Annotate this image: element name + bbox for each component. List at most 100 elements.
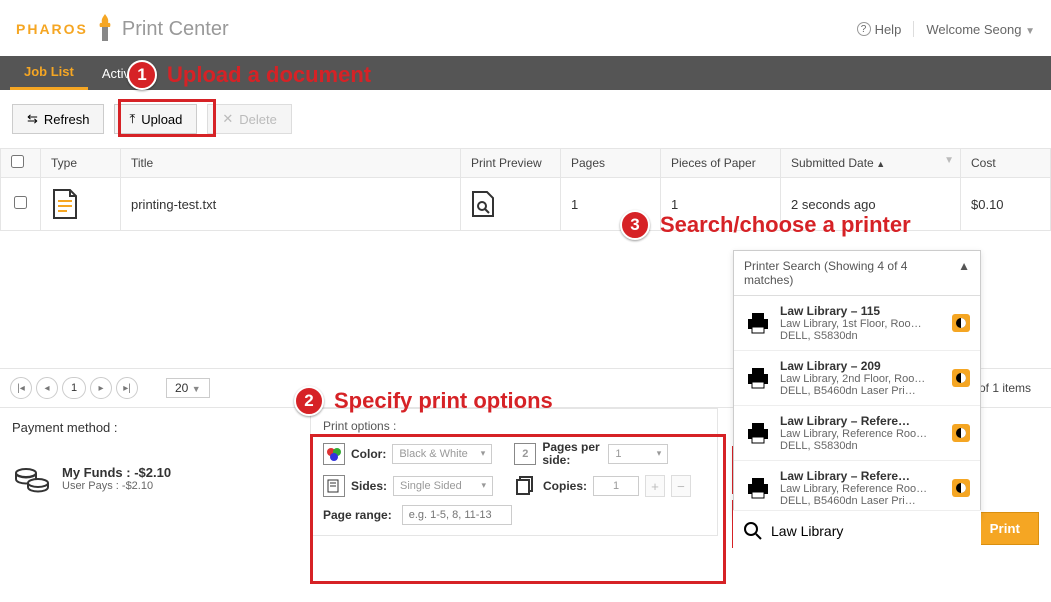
- pager-last[interactable]: ▸|: [116, 377, 138, 399]
- printer-name: Law Library – 115: [780, 304, 922, 318]
- callout-3: 3 Search/choose a printer: [620, 210, 911, 240]
- copies-input[interactable]: [593, 476, 639, 496]
- pager-next[interactable]: ▸: [90, 377, 112, 399]
- torch-icon: [96, 14, 114, 44]
- col-pages[interactable]: Pages: [561, 149, 661, 178]
- color-value: Black & White: [399, 448, 467, 460]
- chevron-down-icon: ▾: [481, 448, 486, 459]
- coins-icon: [14, 463, 50, 493]
- refresh-button[interactable]: ⇆ Refresh: [12, 104, 104, 134]
- printer-loc: Law Library, Reference Roo…: [780, 428, 927, 440]
- delete-icon: ✕: [222, 111, 233, 127]
- help-icon: ?: [857, 22, 871, 36]
- chevron-down-icon: ▼: [192, 384, 201, 394]
- copies-icon: [515, 475, 537, 497]
- color-label: Color:: [351, 447, 386, 461]
- help-label: Help: [875, 22, 902, 37]
- printer-icon: [744, 421, 772, 445]
- color-badge-icon: [952, 314, 970, 332]
- printer-name: Law Library – Refere…: [780, 469, 927, 483]
- printer-loc: Law Library, Reference Roo…: [780, 483, 927, 495]
- col-title[interactable]: Title: [121, 149, 461, 178]
- sides-value: Single Sided: [400, 480, 462, 492]
- printer-item[interactable]: Law Library – 209Law Library, 2nd Floor,…: [734, 351, 980, 406]
- printer-panel-head[interactable]: Printer Search (Showing 4 of 4 matches) …: [734, 251, 980, 296]
- row-checkbox[interactable]: [14, 196, 27, 209]
- submitted-label: Submitted Date: [791, 156, 885, 170]
- printer-name: Law Library – 209: [780, 359, 925, 373]
- printer-item[interactable]: Law Library – Refere…Law Library, Refere…: [734, 461, 980, 516]
- printer-item[interactable]: Law Library – Refere…Law Library, Refere…: [734, 406, 980, 461]
- printer-item[interactable]: Law Library – 115Law Library, 1st Floor,…: [734, 296, 980, 351]
- preview-icon[interactable]: [471, 190, 495, 218]
- delete-button[interactable]: ✕ Delete: [207, 104, 291, 134]
- printer-search-panel: Printer Search (Showing 4 of 4 matches) …: [733, 250, 981, 517]
- upload-icon: ⤒: [129, 111, 135, 127]
- col-type[interactable]: Type: [41, 149, 121, 178]
- refresh-label: Refresh: [44, 112, 90, 127]
- color-badge-icon: [952, 479, 970, 497]
- options-title: Print options :: [323, 419, 705, 433]
- callout-1: 1 Upload a document: [127, 60, 371, 90]
- chevron-down-icon: ▾: [657, 448, 662, 459]
- upload-button[interactable]: ⤒ Upload: [114, 104, 197, 134]
- userpays-label: User Pays :: [62, 480, 122, 492]
- page-size-select[interactable]: 20 ▼: [166, 378, 210, 398]
- funds-value: -$2.10: [134, 465, 171, 480]
- upload-label: Upload: [141, 112, 182, 127]
- copies-plus[interactable]: +: [645, 475, 665, 497]
- pager-first[interactable]: |◂: [10, 377, 32, 399]
- callout-2: 2 Specify print options: [294, 386, 553, 416]
- printer-loc: Law Library, 2nd Floor, Roo…: [780, 373, 925, 385]
- help-link[interactable]: ? Help: [857, 22, 902, 37]
- row-cost: $0.10: [961, 178, 1051, 231]
- printer-name: Law Library – Refere…: [780, 414, 927, 428]
- color-select[interactable]: Black & White ▾: [392, 444, 492, 464]
- funds-label: My Funds :: [62, 465, 134, 480]
- color-icon: [323, 443, 345, 465]
- pps-select[interactable]: 1 ▾: [608, 444, 668, 464]
- col-pieces[interactable]: Pieces of Paper: [661, 149, 781, 178]
- chevron-up-icon: ▲: [958, 259, 970, 287]
- pager-prev[interactable]: ◂: [36, 377, 58, 399]
- user-pays: User Pays : -$2.10: [62, 480, 171, 492]
- page-size-value: 20: [175, 381, 188, 395]
- user-menu[interactable]: Welcome Seong ▼: [926, 22, 1035, 37]
- range-label: Page range:: [323, 508, 392, 522]
- copies-label: Copies:: [543, 479, 587, 493]
- callout-badge-2: 2: [294, 386, 324, 416]
- color-badge-icon: [952, 424, 970, 442]
- select-all-checkbox[interactable]: [11, 155, 24, 168]
- userpays-value: -$2.10: [122, 480, 153, 492]
- color-badge-icon: [952, 369, 970, 387]
- callout-1-text: Upload a document: [167, 62, 371, 88]
- printer-icon: [744, 366, 772, 390]
- printer-icon: [744, 476, 772, 500]
- printer-loc: Law Library, 1st Floor, Roo…: [780, 318, 922, 330]
- sides-select[interactable]: Single Sided ▾: [393, 476, 493, 496]
- callout-3-text: Search/choose a printer: [660, 212, 911, 238]
- document-icon: [51, 188, 79, 220]
- tab-job-list[interactable]: Job List: [10, 56, 88, 90]
- chevron-down-icon: ▾: [481, 480, 486, 491]
- col-preview[interactable]: Print Preview: [461, 149, 561, 178]
- search-icon: [743, 521, 763, 541]
- refresh-icon: ⇆: [27, 111, 38, 127]
- printer-model: DELL, S5830dn: [780, 440, 927, 452]
- col-submitted[interactable]: Submitted Date ▼: [781, 149, 961, 178]
- pps-label: Pages per side:: [542, 441, 602, 467]
- copies-minus[interactable]: −: [671, 475, 691, 497]
- brand-subtitle: Print Center: [122, 18, 229, 41]
- printer-head-text: Printer Search (Showing 4 of 4 matches): [744, 259, 958, 287]
- sides-icon: [323, 475, 345, 497]
- page-range-input[interactable]: [402, 505, 512, 525]
- row-title: printing-test.txt: [121, 178, 461, 231]
- my-funds: My Funds : -$2.10: [62, 465, 171, 480]
- printer-search-input[interactable]: [771, 523, 971, 539]
- brand-logo: PHAROS: [16, 21, 88, 37]
- print-options-panel: Print options : Color: Black & White ▾ 2…: [310, 408, 718, 536]
- filter-icon[interactable]: ▼: [944, 155, 954, 166]
- col-cost[interactable]: Cost: [961, 149, 1051, 178]
- pps-icon: 2: [514, 443, 536, 465]
- delete-label: Delete: [239, 112, 277, 127]
